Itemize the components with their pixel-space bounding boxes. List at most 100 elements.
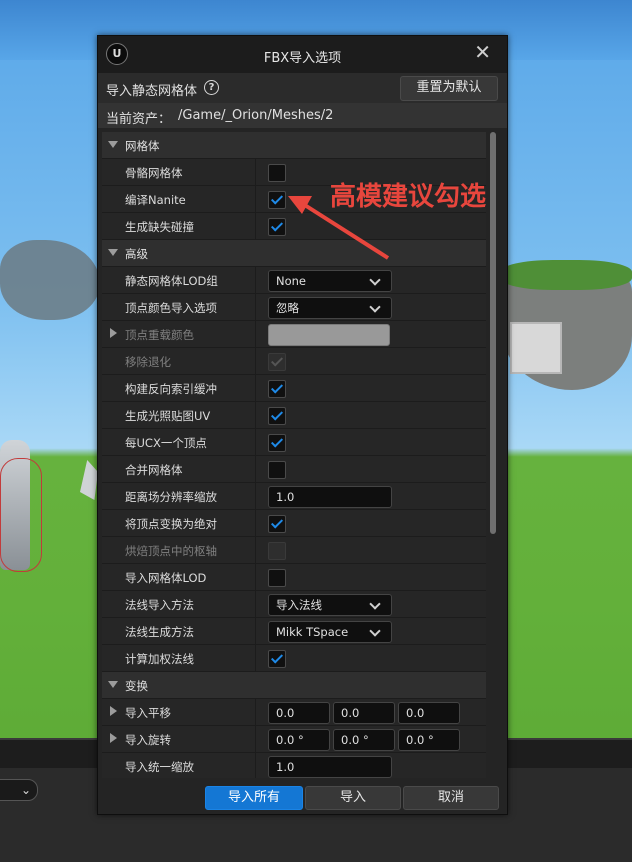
title-bar: U FBX导入选项 ✕ [98, 36, 507, 73]
row-label: 法线导入方法 [125, 598, 194, 612]
dialog-footer: 导入所有 导入 取消 [98, 782, 507, 814]
row-label: 合并网格体 [125, 463, 183, 477]
import-button[interactable]: 导入 [305, 786, 401, 810]
section-advanced[interactable]: 高级 [102, 240, 486, 267]
expand-arrow-icon[interactable] [110, 733, 117, 743]
transform-vertex-absolute-checkbox[interactable] [268, 515, 286, 533]
row-normal-generation-method: 法线生成方法 Mikk TSpace [102, 618, 486, 645]
row-label: 烘焙顶点中的枢轴 [125, 544, 217, 558]
section-transform[interactable]: 变换 [102, 672, 486, 699]
cancel-button[interactable]: 取消 [403, 786, 499, 810]
import-type-label: 导入静态网格体 [106, 84, 198, 99]
row-import-translation: 导入平移 0.0 0.0 0.0 [102, 699, 486, 726]
import-all-button[interactable]: 导入所有 [205, 786, 303, 810]
row-label: 法线生成方法 [125, 625, 194, 639]
row-label: 导入平移 [125, 706, 171, 720]
row-distance-field-scale: 距离场分辨率缩放 1.0 [102, 483, 486, 510]
row-label: 顶点重载颜色 [125, 328, 194, 342]
row-label: 将顶点变换为绝对 [125, 517, 217, 531]
row-label: 骨骼网格体 [125, 166, 183, 180]
row-generate-lightmap-uvs: 生成光照贴图UV [102, 402, 486, 429]
options-panel: 网格体 骨骼网格体 编译Nanite 生成缺失碰撞 高级 静态网格体LOD组 N… [102, 132, 486, 778]
row-label: 编译Nanite [125, 193, 186, 207]
help-icon[interactable]: ? [204, 80, 219, 95]
vertex-color-dropdown[interactable]: 忽略 [268, 297, 392, 319]
row-label: 生成缺失碰撞 [125, 220, 194, 234]
rotation-z-input[interactable]: 0.0 ° [398, 729, 460, 751]
reset-to-default-button[interactable]: 重置为默认 [400, 76, 498, 101]
normal-import-method-dropdown[interactable]: 导入法线 [268, 594, 392, 616]
close-icon[interactable]: ✕ [474, 40, 491, 64]
row-lod-group: 静态网格体LOD组 None [102, 267, 486, 294]
row-label: 导入网格体LOD [125, 571, 207, 585]
vertex-override-color-swatch[interactable] [268, 324, 390, 346]
expand-arrow-icon[interactable] [110, 328, 117, 338]
stone-tower [510, 322, 562, 374]
current-asset-bar: 当前资产： /Game/_Orion/Meshes/2 [98, 103, 507, 128]
build-reversed-index-checkbox[interactable] [268, 380, 286, 398]
current-asset-label: 当前资产： [106, 112, 172, 127]
section-label: 高级 [125, 247, 148, 261]
remove-degenerates-checkbox [268, 353, 286, 371]
translation-x-input[interactable]: 0.0 [268, 702, 330, 724]
lod-group-dropdown[interactable]: None [268, 270, 392, 292]
row-transform-vertex-absolute: 将顶点变换为绝对 [102, 510, 486, 537]
row-label: 每UCX一个顶点 [125, 436, 207, 450]
chevron-down-icon [369, 301, 381, 313]
chevron-down-icon [369, 625, 381, 637]
row-normal-import-method: 法线导入方法 导入法线 [102, 591, 486, 618]
current-asset-path: /Game/_Orion/Meshes/2 [178, 108, 334, 123]
translation-z-input[interactable]: 0.0 [398, 702, 460, 724]
row-label: 静态网格体LOD组 [125, 274, 218, 288]
chevron-down-icon[interactable]: ⌄ [0, 779, 38, 801]
row-label: 移除退化 [125, 355, 171, 369]
rock-mesh [80, 460, 98, 500]
rotation-y-input[interactable]: 0.0 ° [333, 729, 395, 751]
combine-meshes-checkbox[interactable] [268, 461, 286, 479]
section-label: 网格体 [125, 139, 160, 153]
expand-arrow-icon[interactable] [108, 249, 118, 256]
bake-pivot-checkbox [268, 542, 286, 560]
import-mesh-lods-checkbox[interactable] [268, 569, 286, 587]
row-bake-pivot: 烘焙顶点中的枢轴 [102, 537, 486, 564]
row-remove-degenerates: 移除退化 [102, 348, 486, 375]
translation-y-input[interactable]: 0.0 [333, 702, 395, 724]
section-mesh[interactable]: 网格体 [102, 132, 486, 159]
expand-arrow-icon[interactable] [108, 141, 118, 148]
fbx-import-dialog: U FBX导入选项 ✕ 导入静态网格体 ? 重置为默认 当前资产： /Game/… [97, 35, 508, 815]
chevron-down-icon [369, 274, 381, 286]
row-compute-weighted-normals: 计算加权法线 [102, 645, 486, 672]
character-capsule [0, 458, 42, 572]
row-label: 导入统一缩放 [125, 760, 194, 774]
row-generate-missing-collision: 生成缺失碰撞 [102, 213, 486, 240]
generate-missing-collision-checkbox[interactable] [268, 218, 286, 236]
normal-generation-method-dropdown[interactable]: Mikk TSpace [268, 621, 392, 643]
uniform-scale-input[interactable]: 1.0 [268, 756, 392, 778]
import-type-header: 导入静态网格体 ? 重置为默认 [98, 73, 507, 103]
row-import-rotation: 导入旋转 0.0 ° 0.0 ° 0.0 ° [102, 726, 486, 753]
row-import-uniform-scale: 导入统一缩放 1.0 [102, 753, 486, 778]
dialog-title: FBX导入选项 [263, 51, 342, 66]
section-label: 变换 [125, 679, 148, 693]
row-vertex-override-color: 顶点重载颜色 [102, 321, 486, 348]
row-label: 距离场分辨率缩放 [125, 490, 217, 504]
rotation-x-input[interactable]: 0.0 ° [268, 729, 330, 751]
compute-weighted-normals-checkbox[interactable] [268, 650, 286, 668]
row-label: 导入旋转 [125, 733, 171, 747]
row-label: 构建反向索引缓冲 [125, 382, 217, 396]
build-nanite-checkbox[interactable] [268, 191, 286, 209]
row-one-convex-per-ucx: 每UCX一个顶点 [102, 429, 486, 456]
chevron-down-icon [369, 598, 381, 610]
distance-field-scale-input[interactable]: 1.0 [268, 486, 392, 508]
annotation-text: 高模建议勾选 [330, 182, 487, 212]
one-convex-per-ucx-checkbox[interactable] [268, 434, 286, 452]
row-vertex-color-option: 顶点颜色导入选项 忽略 [102, 294, 486, 321]
options-scrollbar[interactable] [490, 132, 496, 534]
row-label: 生成光照贴图UV [125, 409, 211, 423]
expand-arrow-icon[interactable] [110, 706, 117, 716]
row-label: 计算加权法线 [125, 652, 194, 666]
generate-lightmap-uvs-checkbox[interactable] [268, 407, 286, 425]
expand-arrow-icon[interactable] [108, 681, 118, 688]
skeletal-mesh-checkbox[interactable] [268, 164, 286, 182]
floating-island-left [0, 240, 100, 320]
